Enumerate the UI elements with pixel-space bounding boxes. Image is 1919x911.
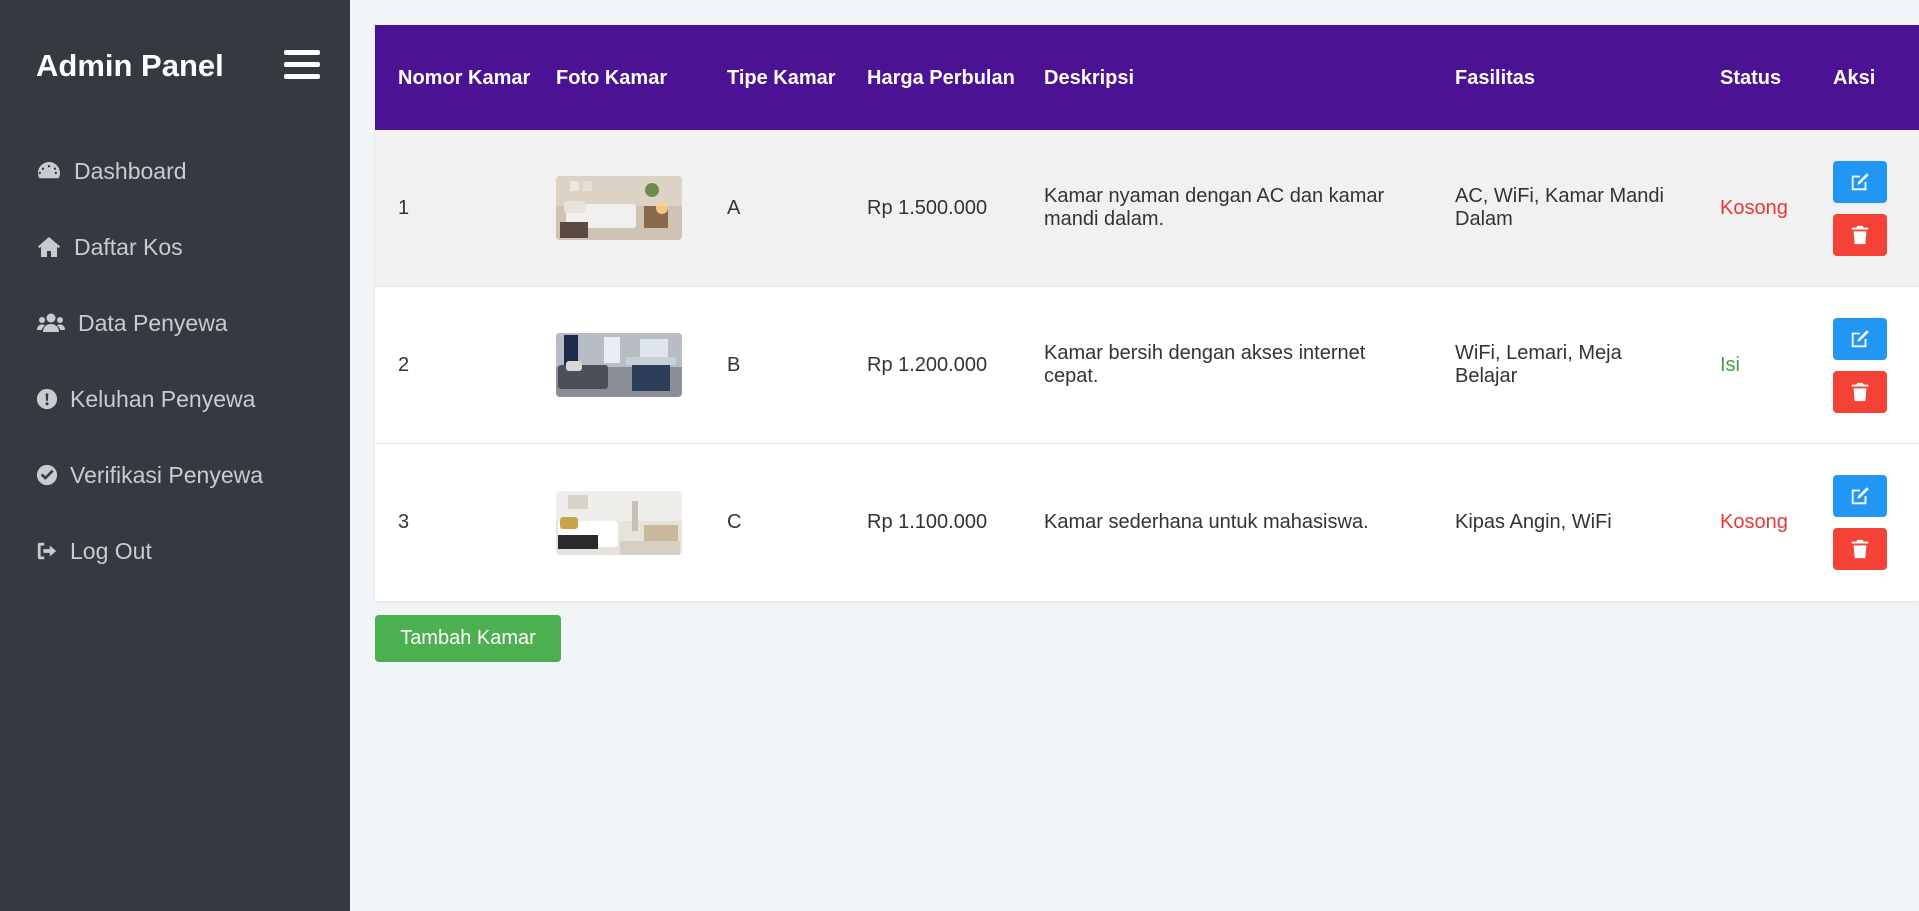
header-harga-perbulan: Harga Perbulan (867, 66, 1015, 89)
header-deskripsi: Deskripsi (1044, 66, 1135, 89)
delete-button[interactable] (1833, 213, 1887, 256)
room-price: Rp 1.500.000 (867, 196, 988, 219)
room-number: 3 (398, 511, 410, 533)
status-badge: Isi (1720, 353, 1740, 376)
room-description: Kamar bersih dengan akses internet cepat… (1044, 342, 1366, 387)
trash-icon (1851, 225, 1869, 244)
tachometer-icon (38, 162, 60, 179)
sidebar-nav: Dashboard Daftar Kos Data Penyewa Keluha… (36, 152, 263, 608)
trash-icon (1851, 539, 1869, 559)
main-content: Nomor Kamar Foto Kamar Tipe Kamar Harga … (375, 25, 1919, 662)
table-row: 1 A Rp 1.500.000 Kamar nyaman dengan AC (375, 130, 1919, 287)
status-badge: Kosong (1720, 511, 1788, 533)
edit-icon (1851, 172, 1869, 190)
users-icon (37, 313, 65, 332)
room-number: 1 (398, 196, 410, 219)
edit-button[interactable] (1833, 475, 1887, 517)
room-description: Kamar nyaman dengan AC dan kamar mandi d… (1044, 185, 1385, 230)
check-circle-icon (36, 464, 58, 486)
room-facilities: AC, WiFi, Kamar Mandi Dalam (1455, 185, 1664, 230)
room-price: Rp 1.200.000 (867, 353, 988, 376)
sidebar-item-daftar-kos[interactable]: Daftar Kos (36, 228, 263, 266)
table-row: 3 C Rp 1.100.000 Kamar sederhana untuk m… (375, 444, 1919, 601)
sidebar-item-verifikasi-penyewa[interactable]: Verifikasi Penyewa (36, 456, 263, 494)
header-aksi: Aksi (1833, 66, 1876, 89)
room-type: B (727, 353, 741, 376)
room-facilities: Kipas Angin, WiFi (1455, 511, 1612, 533)
menu-toggle-icon[interactable] (284, 50, 320, 80)
room-facilities: WiFi, Lemari, Meja Belajar (1455, 342, 1622, 387)
room-description: Kamar sederhana untuk mahasiswa. (1044, 511, 1369, 533)
sidebar: Admin Panel Dashboard Daftar Kos Data Pe… (0, 0, 350, 911)
actions-cell (1810, 160, 1919, 256)
header-fasilitas: Fasilitas (1455, 66, 1536, 89)
table-header: Nomor Kamar Foto Kamar Tipe Kamar Harga … (375, 25, 1919, 130)
room-photo-cell (533, 333, 704, 397)
sidebar-item-label: Log Out (70, 537, 152, 564)
actions-cell (1810, 475, 1919, 570)
actions-cell (1810, 317, 1919, 413)
delete-button[interactable] (1833, 528, 1887, 570)
header-tipe-kamar: Tipe Kamar (727, 66, 836, 89)
header-foto-kamar: Foto Kamar (556, 66, 668, 89)
room-photo-cell (533, 490, 704, 555)
header-nomor-kamar: Nomor Kamar (398, 66, 531, 89)
sign-out-icon (37, 542, 57, 560)
header-status: Status (1720, 66, 1782, 89)
brand-title: Admin Panel (36, 48, 224, 83)
exclamation-circle-icon (36, 388, 58, 410)
sidebar-item-keluhan-penyewa[interactable]: Keluhan Penyewa (36, 380, 263, 418)
trash-icon (1851, 382, 1869, 401)
home-icon (38, 237, 60, 257)
edit-button[interactable] (1833, 160, 1887, 203)
edit-icon (1851, 487, 1869, 505)
sidebar-item-label: Data Penyewa (78, 309, 228, 336)
edit-icon (1851, 329, 1869, 347)
room-photo-cell (533, 176, 704, 240)
rooms-table: Nomor Kamar Foto Kamar Tipe Kamar Harga … (375, 25, 1919, 601)
bedroom-photo (556, 490, 682, 555)
sidebar-item-label: Keluhan Penyewa (70, 385, 256, 412)
sidebar-item-label: Dashboard (74, 157, 187, 184)
sidebar-item-label: Verifikasi Penyewa (70, 461, 264, 488)
sidebar-item-data-penyewa[interactable]: Data Penyewa (36, 304, 263, 342)
delete-button[interactable] (1833, 370, 1887, 413)
status-badge: Kosong (1720, 196, 1788, 219)
sidebar-item-label: Daftar Kos (74, 233, 183, 260)
edit-button[interactable] (1833, 317, 1887, 360)
sidebar-item-log-out[interactable]: Log Out (36, 532, 263, 570)
bedroom-photo (556, 176, 682, 240)
sidebar-item-dashboard[interactable]: Dashboard (36, 152, 263, 190)
bedroom-photo (556, 333, 682, 397)
room-price: Rp 1.100.000 (867, 511, 988, 533)
room-type: C (727, 511, 742, 533)
table-row: 2 B Rp 1.200.000 Kamar bersih dengan aks… (375, 287, 1919, 444)
add-room-button[interactable]: Tambah Kamar (375, 615, 561, 662)
room-number: 2 (398, 353, 410, 376)
room-type: A (727, 196, 741, 219)
